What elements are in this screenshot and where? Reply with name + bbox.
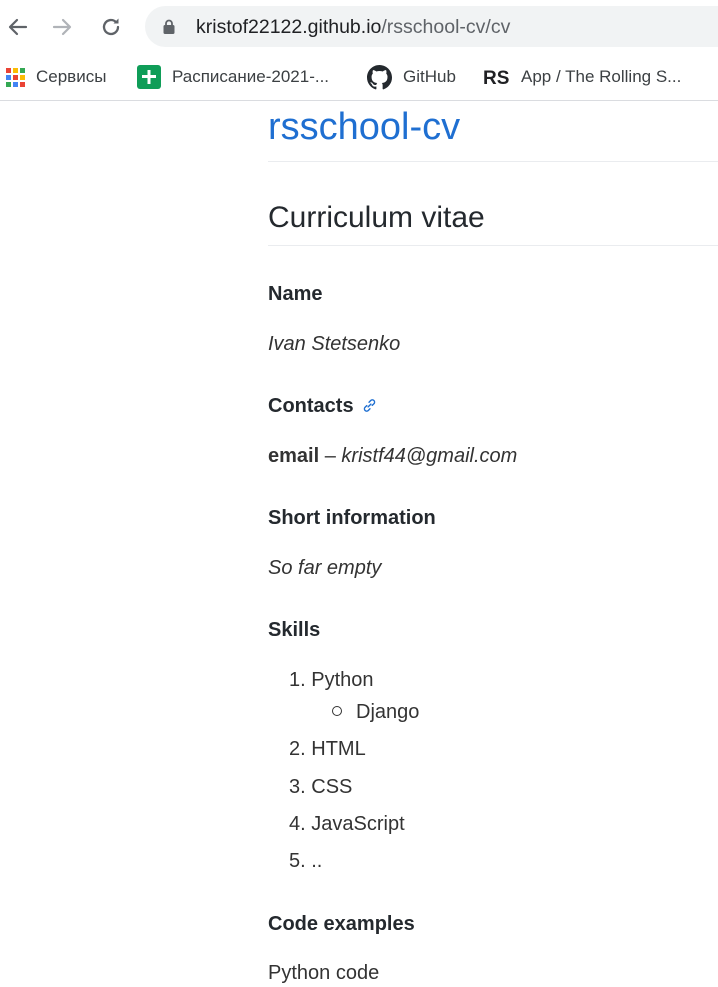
title-divider bbox=[268, 161, 718, 162]
list-item: 2. HTML bbox=[289, 735, 366, 763]
url-path: /rsschool-cv/cv bbox=[381, 16, 511, 38]
name-value: Ivan Stetsenko bbox=[268, 333, 401, 355]
back-button[interactable] bbox=[1, 11, 33, 43]
contacts-heading: Contacts bbox=[268, 393, 377, 419]
list-item: 3. CSS bbox=[289, 773, 352, 801]
code-examples-heading: Code examples bbox=[268, 913, 415, 935]
github-icon bbox=[367, 64, 392, 90]
list-item-label: .. bbox=[311, 850, 323, 872]
list-item-label: Python bbox=[311, 669, 374, 691]
page-heading: Curriculum vitae bbox=[268, 201, 485, 234]
list-item: 4. JavaScript bbox=[289, 810, 405, 838]
lock-icon bbox=[163, 19, 175, 34]
name-heading: Name bbox=[268, 283, 323, 305]
forward-button[interactable] bbox=[47, 11, 79, 43]
back-arrow-icon bbox=[8, 18, 28, 36]
list-item-label: HTML bbox=[311, 738, 366, 760]
url-host: kristof22122.github.io bbox=[196, 16, 382, 38]
rs-logo-icon: RS bbox=[483, 67, 510, 87]
svg-text:RS: RS bbox=[483, 68, 509, 87]
anchor-link-icon[interactable] bbox=[362, 398, 377, 413]
contacts-heading-text: Contacts bbox=[268, 395, 354, 417]
list-item-number: 1. bbox=[289, 669, 306, 691]
list-item: 5. .. bbox=[289, 847, 322, 875]
list-item-number: 4. bbox=[289, 813, 306, 835]
bookmarks-bar: Сервисы Расписание-2021-... GitHub RS Ap… bbox=[0, 54, 718, 101]
skills-heading: Skills bbox=[268, 619, 321, 641]
list-item: 1. Python bbox=[289, 666, 374, 694]
reload-button[interactable] bbox=[95, 11, 127, 43]
email-separator: – bbox=[319, 445, 342, 467]
forward-arrow-icon bbox=[52, 18, 72, 36]
list-item-label: CSS bbox=[311, 776, 353, 798]
url-text: kristof22122.github.io/rsschool-cv/cv bbox=[196, 15, 510, 39]
bookmark-github[interactable]: GitHub bbox=[367, 62, 456, 92]
short-info-heading: Short information bbox=[268, 507, 436, 529]
bookmark-label: GitHub bbox=[403, 67, 456, 86]
apps-grid-icon bbox=[6, 67, 25, 87]
sub-list-item-label: Django bbox=[356, 701, 420, 723]
bookmark-label: Сервисы bbox=[36, 67, 107, 86]
google-sheets-icon bbox=[137, 65, 161, 89]
bookmark-rolling-scopes[interactable]: RS App / The Rolling S... bbox=[483, 62, 681, 92]
list-item-number: 3. bbox=[289, 776, 306, 798]
list-item-label: JavaScript bbox=[311, 813, 405, 835]
circle-bullet-icon bbox=[332, 706, 342, 716]
contact-email-line: email – kristf44@gmail.com bbox=[268, 442, 517, 470]
bookmark-label: App / The Rolling S... bbox=[521, 67, 682, 86]
browser-toolbar: kristof22122.github.io/rsschool-cv/cv bbox=[0, 0, 718, 54]
short-info-value: So far empty bbox=[268, 557, 382, 579]
bookmark-services[interactable]: Сервисы bbox=[6, 62, 106, 92]
list-item-number: 2. bbox=[289, 738, 306, 760]
site-title-link[interactable]: rsschool-cv bbox=[268, 101, 460, 153]
bookmark-label: Расписание-2021-... bbox=[172, 67, 330, 86]
address-bar[interactable]: kristof22122.github.io/rsschool-cv/cv bbox=[145, 6, 718, 47]
sub-list-item: Django bbox=[332, 698, 419, 726]
list-item-number: 5. bbox=[289, 850, 306, 872]
bookmark-schedule[interactable]: Расписание-2021-... bbox=[137, 62, 329, 92]
heading-divider bbox=[268, 245, 718, 246]
code-examples-partial-text: Python code bbox=[268, 962, 380, 984]
reload-icon bbox=[102, 18, 120, 36]
email-label: email bbox=[268, 445, 320, 467]
email-value: kristf44@gmail.com bbox=[341, 445, 518, 467]
